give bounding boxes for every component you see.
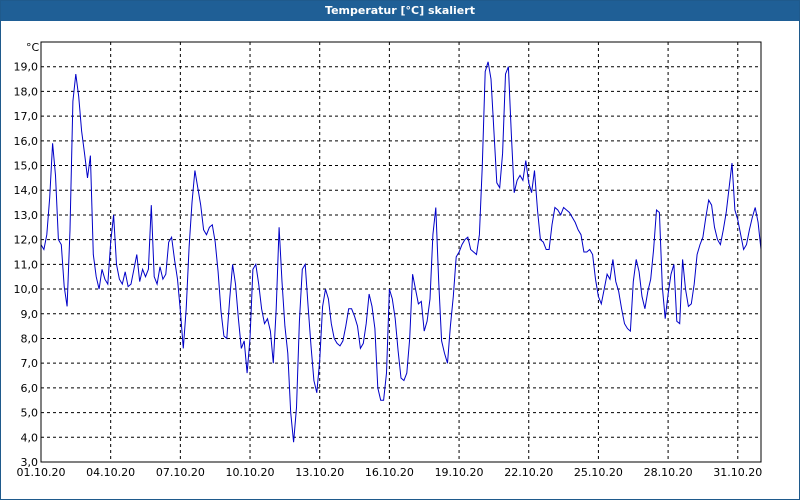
x-tick-label: 13.10.20 <box>295 466 344 479</box>
x-tick-label: 22.10.20 <box>504 466 553 479</box>
y-tick-label: 11,0 <box>14 258 39 271</box>
temperature-series-line <box>40 61 762 443</box>
y-tick-label: 10,0 <box>14 283 39 296</box>
y-tick-label: 12,0 <box>14 234 39 247</box>
y-tick-label: 7,0 <box>21 357 39 370</box>
y-tick-label: 5,0 <box>21 407 39 420</box>
plot-area: 3,0 4,0 5,0 6,0 7,0 8,0 9,0 10,0 11,0 12,0 13,0 14,… <box>1 22 799 499</box>
x-tick-label: 19.10.20 <box>435 466 484 479</box>
x-tick-label: 10.10.20 <box>226 466 275 479</box>
temperature-chart: 3,04,05,06,07,08,09,010,011,012,013,014,… <box>14 41 763 479</box>
x-tick-labels: 01.10.20 04.10.20 07.10.20 10.10.20 13.10.20… <box>17 466 763 479</box>
y-tick-label: 9,0 <box>21 308 39 321</box>
y-tick-label: 4,0 <box>21 431 39 444</box>
chart-window: Temperatur [°C] skaliert 3,0 4,0 5,0 6,0 7,0… <box>0 0 800 500</box>
x-tick-label: 25.10.20 <box>574 466 623 479</box>
y-tick-label: 14,0 <box>14 184 39 197</box>
y-axis-unit-label: °C <box>26 41 40 54</box>
y-tick-label: 13,0 <box>14 209 39 222</box>
x-tick-label: 16.10.20 <box>365 466 414 479</box>
y-tick-label: 17,0 <box>14 110 39 123</box>
y-tick-label: 8,0 <box>21 332 39 345</box>
y-tick-label: 19,0 <box>14 61 39 74</box>
x-tick-label: 04.10.20 <box>86 466 135 479</box>
x-tick-label: 07.10.20 <box>156 466 205 479</box>
y-tick-label: 18,0 <box>14 85 39 98</box>
y-tick-label: 15,0 <box>14 160 39 173</box>
y-tick-label: 6,0 <box>21 382 39 395</box>
x-tick-label: 28.10.20 <box>644 466 693 479</box>
window-title: Temperatur [°C] skaliert <box>1 1 799 21</box>
x-tick-label: 01.10.20 <box>17 466 66 479</box>
x-tick-label: 31.10.20 <box>713 466 762 479</box>
y-tick-labels: 3,04,05,06,07,08,09,010,011,012,013,014,… <box>14 61 39 469</box>
y-tick-label: 16,0 <box>14 135 39 148</box>
